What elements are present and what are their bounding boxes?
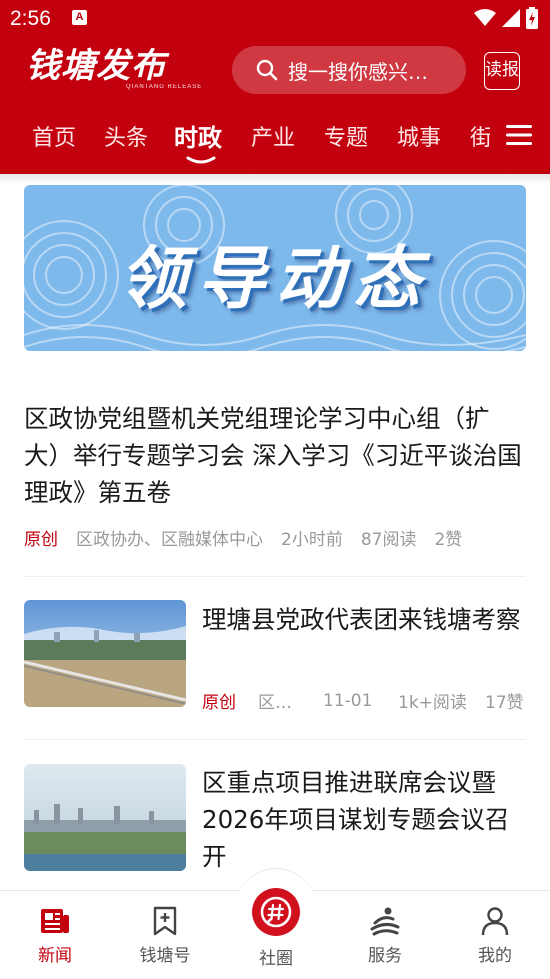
bridge-photo-icon xyxy=(24,600,186,707)
article-likes: 2赞 xyxy=(434,530,463,550)
search-placeholder: 搜一搜你感兴… xyxy=(288,59,428,84)
article-time: 11-01 xyxy=(323,690,373,711)
article-title: 区政协党组暨机关党组理论学习中心组（扩大）举行专题学习会 深入学习《习近平谈治国… xyxy=(24,404,522,507)
article-reads: 87阅读 xyxy=(360,530,417,550)
nav-label: 钱塘号 xyxy=(139,946,191,966)
header-shadow xyxy=(0,174,550,184)
banner-title: 领导动态 xyxy=(118,240,431,319)
nav-label: 新闻 xyxy=(38,946,72,966)
tab-headlines[interactable]: 头条 xyxy=(104,120,148,152)
status-time: 2:56 xyxy=(10,7,51,30)
logo-text: 钱塘发布 xyxy=(26,46,166,86)
battery-icon xyxy=(526,7,538,29)
nav-news[interactable]: 新闻 xyxy=(15,905,95,966)
article-thumbnail xyxy=(24,600,186,707)
wifi-icon xyxy=(474,9,496,26)
tab-city[interactable]: 城事 xyxy=(397,120,441,152)
notification-badge: A xyxy=(72,10,87,25)
service-icon xyxy=(370,907,400,936)
user-icon xyxy=(481,907,509,936)
divider xyxy=(24,739,526,740)
article-meta: 原创 区… 11-01 1k+阅读 17赞 xyxy=(202,688,524,714)
read-newspaper-button[interactable]: 读报 xyxy=(484,52,520,90)
original-tag: 原创 xyxy=(24,530,58,550)
nav-circle-button[interactable] xyxy=(252,888,300,936)
article-source: 区政协办、区融媒体中心 xyxy=(76,530,263,550)
nav-profile[interactable]: 我的 xyxy=(455,905,535,966)
hashtag-icon xyxy=(260,896,292,928)
app-header: 2:56 A 钱塘发布 QIANTANG RELEASE 搜一搜你感兴… 读报 … xyxy=(0,0,550,174)
nav-service[interactable]: 服务 xyxy=(345,905,425,966)
news-feed[interactable]: 领导动态 区政协党组暨机关党组理论学习中心组（扩大）举行专题学习会 深入学习《习… xyxy=(0,174,550,890)
tab-industry[interactable]: 产业 xyxy=(251,120,295,152)
divider xyxy=(24,576,526,577)
article-source: 区… xyxy=(258,693,292,713)
article-likes: 17赞 xyxy=(485,693,524,713)
article-reads: 1k+阅读 xyxy=(398,693,467,713)
banner[interactable]: 领导动态 xyxy=(24,185,526,351)
article-card[interactable]: 理塘县党政代表团来钱塘考察 原创 区… 11-01 1k+阅读 17赞 xyxy=(24,600,526,713)
article-title: 理塘县党政代表团来钱塘考察 xyxy=(202,605,521,634)
tab-topics[interactable]: 专题 xyxy=(324,120,368,152)
nav-label: 我的 xyxy=(478,946,512,966)
menu-icon[interactable] xyxy=(506,122,532,148)
search-bar[interactable]: 搜一搜你感兴… xyxy=(232,46,466,94)
logo-subtitle: QIANTANG RELEASE xyxy=(126,84,203,90)
status-icons xyxy=(474,6,538,30)
tab-politics[interactable]: 时政 xyxy=(174,118,222,153)
bookmark-add-icon xyxy=(153,906,177,936)
nav-qiantanghao[interactable]: 钱塘号 xyxy=(125,905,205,966)
tab-street[interactable]: 街 xyxy=(470,120,490,152)
tab-home[interactable]: 首页 xyxy=(32,120,76,152)
app-logo: 钱塘发布 QIANTANG RELEASE xyxy=(26,46,201,96)
search-icon xyxy=(256,59,278,81)
news-icon xyxy=(41,909,69,933)
city-photo-icon xyxy=(24,764,186,871)
status-bar: 2:56 A xyxy=(0,0,550,36)
channel-tabs: 首页 头条 时政 产业 专题 城事 街 xyxy=(0,112,550,172)
nav-label: 服务 xyxy=(368,946,402,966)
article-thumbnail xyxy=(24,764,186,871)
original-tag: 原创 xyxy=(202,693,236,713)
nav-circle-label[interactable]: 社圈 xyxy=(236,944,316,969)
article-time: 2小时前 xyxy=(281,530,343,550)
signal-icon xyxy=(502,9,520,27)
article-meta: 原创 区政协办、区融媒体中心 2小时前 87阅读 2赞 xyxy=(24,525,526,550)
article-card[interactable]: 区政协党组暨机关党组理论学习中心组（扩大）举行专题学习会 深入学习《习近平谈治国… xyxy=(24,400,526,550)
active-tab-indicator xyxy=(186,156,216,164)
article-title: 区重点项目推进联席会议暨2026年项目谋划专题会议召开 xyxy=(202,768,510,871)
article-card[interactable]: 区重点项目推进联席会议暨2026年项目谋划专题会议召开 xyxy=(24,764,526,884)
